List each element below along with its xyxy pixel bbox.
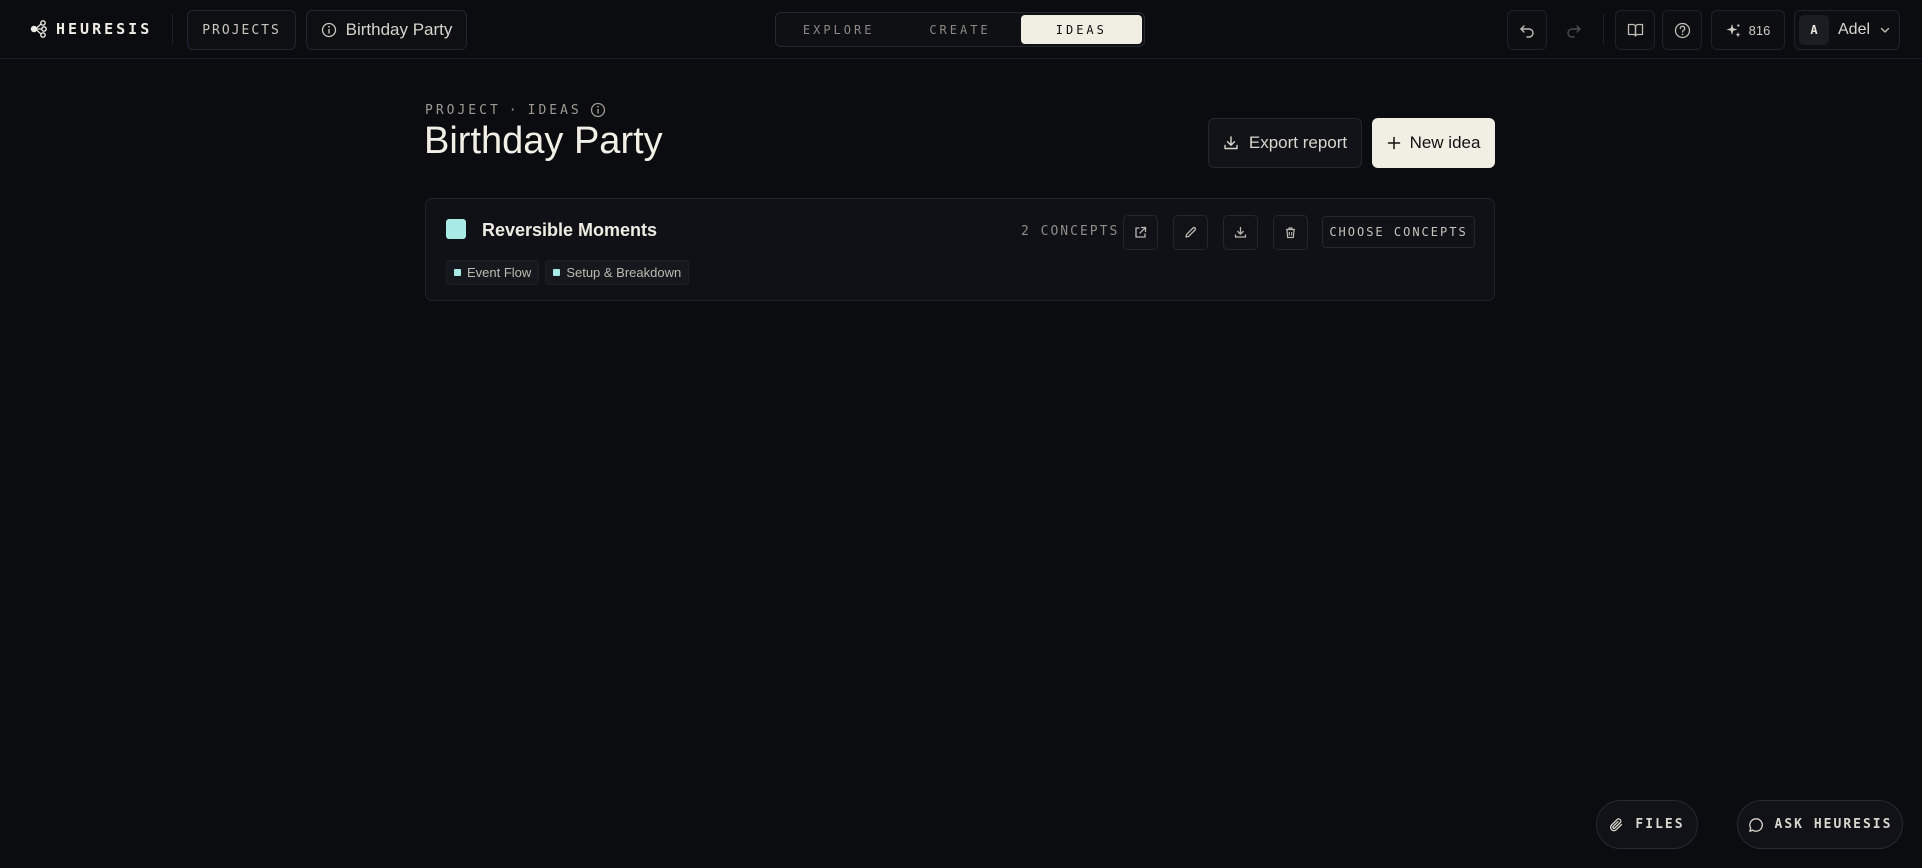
info-icon	[321, 22, 336, 38]
help-icon	[1674, 22, 1690, 38]
redo-icon	[1567, 25, 1581, 38]
user-menu-button[interactable]: A Adel	[1794, 10, 1900, 50]
concept-count: 2 CONCEPTS	[1021, 224, 1120, 239]
undo-icon	[1520, 25, 1534, 38]
breadcrumb-ideas: IDEAS	[527, 102, 582, 118]
open-idea-button[interactable]	[1123, 215, 1158, 250]
tag-setup-breakdown[interactable]: Setup & Breakdown	[545, 260, 690, 285]
plus-icon	[1387, 136, 1400, 150]
projects-button[interactable]: PROJECTS	[187, 10, 296, 50]
redo-button[interactable]	[1554, 10, 1594, 50]
heuresis-logo-icon	[30, 20, 47, 38]
idea-title[interactable]: Reversible Moments	[482, 220, 657, 241]
breadcrumb-separator: ·	[508, 102, 520, 118]
idea-card[interactable]: Reversible Moments 2 CONCEPTS CHOOSE CON…	[425, 198, 1495, 301]
credits-button[interactable]: 816	[1711, 10, 1785, 50]
info-icon[interactable]	[590, 102, 606, 118]
idea-color-swatch	[446, 219, 466, 239]
projects-label: PROJECTS	[202, 22, 281, 38]
book-icon	[1627, 23, 1643, 37]
breadcrumb: PROJECT · IDEAS	[425, 101, 606, 119]
export-report-label: Export report	[1248, 133, 1348, 152]
divider	[172, 14, 173, 44]
tab-ideas[interactable]: IDEAS	[1020, 15, 1142, 44]
tag-color-dot	[553, 269, 561, 276]
choose-concepts-button[interactable]: CHOOSE CONCEPTS	[1322, 216, 1475, 248]
top-bar: HEURESIS PROJECTS Birthday Party EXPLORE…	[0, 0, 1922, 59]
sparkles-icon	[1726, 23, 1741, 37]
idea-tags: Event Flow Setup & Breakdown	[446, 260, 690, 285]
breadcrumb-project: PROJECT	[425, 102, 501, 118]
user-name: Adel	[1838, 21, 1871, 38]
mode-switcher: EXPLORE CREATE IDEAS	[775, 12, 1145, 47]
export-report-button[interactable]: Export report	[1208, 118, 1362, 168]
choose-concepts-label: CHOOSE CONCEPTS	[1329, 225, 1468, 239]
tab-explore-label: EXPLORE	[802, 22, 875, 37]
trash-icon	[1286, 227, 1295, 239]
undo-button[interactable]	[1507, 10, 1547, 50]
paperclip-icon	[1610, 817, 1623, 831]
tab-create[interactable]: CREATE	[899, 15, 1020, 44]
download-icon	[1224, 136, 1238, 150]
avatar: A	[1799, 15, 1829, 45]
tab-explore[interactable]: EXPLORE	[778, 15, 899, 44]
tab-create-label: CREATE	[929, 22, 991, 37]
current-project-button[interactable]: Birthday Party	[306, 10, 467, 50]
page-title: Birthday Party	[424, 120, 663, 162]
tag-label: Event Flow	[467, 265, 532, 280]
current-project-name: Birthday Party	[345, 20, 453, 39]
tag-label: Setup & Breakdown	[566, 265, 682, 280]
ask-heuresis-button[interactable]: ASK HEURESIS	[1737, 800, 1903, 849]
help-button[interactable]	[1662, 10, 1702, 50]
external-link-icon	[1135, 226, 1147, 238]
divider	[1603, 14, 1604, 44]
ask-heuresis-label: ASK HEURESIS	[1774, 817, 1893, 832]
new-idea-label: New idea	[1409, 133, 1481, 152]
tag-event-flow[interactable]: Event Flow	[446, 260, 540, 285]
tag-color-dot	[454, 269, 461, 276]
edit-idea-button[interactable]	[1173, 215, 1208, 250]
pencil-icon	[1185, 226, 1197, 238]
chevron-down-icon	[1880, 27, 1890, 33]
tab-ideas-label: IDEAS	[1055, 22, 1107, 37]
download-idea-button[interactable]	[1223, 215, 1258, 250]
files-button[interactable]: FILES	[1596, 800, 1698, 849]
new-idea-button[interactable]: New idea	[1372, 118, 1495, 168]
brand-logo[interactable]: HEURESIS	[30, 18, 152, 40]
download-icon	[1234, 226, 1247, 238]
credits-count: 816	[1748, 22, 1771, 38]
chat-bubble-icon	[1748, 817, 1763, 832]
files-label: FILES	[1635, 817, 1685, 832]
delete-idea-button[interactable]	[1273, 215, 1308, 250]
brand-name: HEURESIS	[56, 20, 153, 38]
avatar-initial: A	[1810, 23, 1818, 37]
docs-button[interactable]	[1615, 10, 1655, 50]
